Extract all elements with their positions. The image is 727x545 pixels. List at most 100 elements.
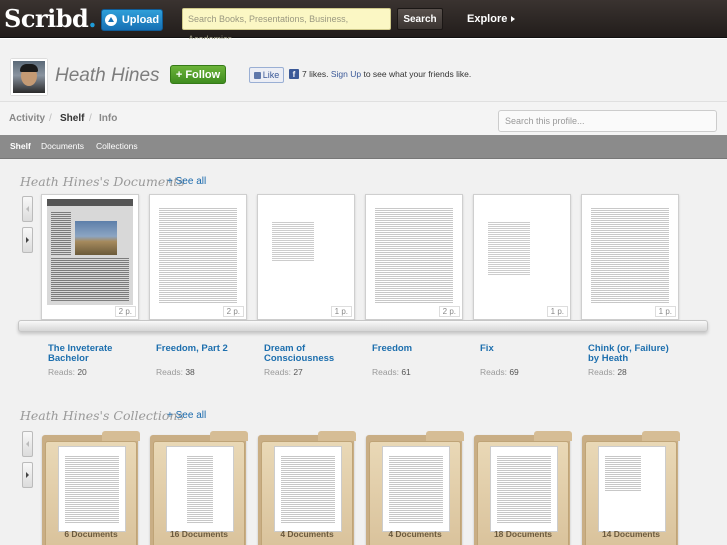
folder-tab xyxy=(318,431,356,441)
reads-count: 38 xyxy=(185,367,195,377)
preview-side-text xyxy=(51,211,71,255)
shelf-subnav: Shelf Documents Collections xyxy=(0,135,727,159)
tab-separator: / xyxy=(89,113,92,124)
document-preview-image xyxy=(47,199,133,305)
document-title-link[interactable]: Freedom, Part 2 xyxy=(156,344,246,354)
document-title-link[interactable]: The Inveterate Bachelor xyxy=(48,344,138,364)
tab-activity[interactable]: Activity xyxy=(9,113,45,124)
folder-paper xyxy=(598,446,666,532)
reads-count: 61 xyxy=(401,367,411,377)
paper-lines xyxy=(497,455,551,523)
documents-scroll-right-button[interactable] xyxy=(22,227,33,253)
profile-search-input[interactable]: Search this profile... xyxy=(498,110,717,132)
chevron-left-icon xyxy=(26,441,29,447)
document-thumbnail[interactable]: 2 p. xyxy=(149,194,247,320)
profile-tabs: Activity / Shelf / Info Search this prof… xyxy=(0,101,727,135)
folder-tab xyxy=(210,431,248,441)
document-reads: Reads: 61 xyxy=(372,367,411,377)
folder-paper xyxy=(274,446,342,532)
folder-paper xyxy=(382,446,450,532)
facebook-like-button[interactable]: Like xyxy=(249,67,284,83)
subnav-documents[interactable]: Documents xyxy=(41,141,84,151)
logo-dot: . xyxy=(88,4,97,33)
document-reads: Reads: 27 xyxy=(264,367,303,377)
explore-label: Explore xyxy=(467,13,508,25)
top-navigation-bar: Scribd. Upload Search Books, Presentatio… xyxy=(0,0,727,44)
reads-label: Reads: xyxy=(156,367,183,377)
preview-photo xyxy=(75,221,117,255)
collection-folder[interactable]: 6 Documents xyxy=(42,431,140,545)
collection-folder[interactable]: 4 Documents xyxy=(366,431,464,545)
document-thumbnail[interactable]: 1 p. xyxy=(581,194,679,320)
like-label: Like xyxy=(262,70,280,80)
thumbs-up-icon xyxy=(253,71,261,79)
subnav-collections[interactable]: Collections xyxy=(96,141,138,151)
fb-tail-text: to see what your friends like. xyxy=(363,69,472,79)
collection-document-count: 4 Documents xyxy=(280,529,334,539)
collection-document-count: 14 Documents xyxy=(601,529,661,539)
upload-button[interactable]: Upload xyxy=(101,9,163,31)
main-content: Heath Hines's Documents + See all 2 p. 2… xyxy=(0,159,727,545)
reads-count: 28 xyxy=(617,367,627,377)
documents-scroll-left-button[interactable] xyxy=(22,196,33,222)
document-preview-text xyxy=(591,207,669,303)
fb-likes-count: 7 likes. xyxy=(302,69,329,79)
follow-button[interactable]: + Follow xyxy=(170,65,226,84)
paper-lines xyxy=(389,455,443,523)
shelf-ledge xyxy=(18,320,708,332)
folder-paper xyxy=(58,446,126,532)
search-button[interactable]: Search xyxy=(397,8,443,30)
folder-tab xyxy=(642,431,680,441)
document-thumbnail[interactable]: 1 p. xyxy=(473,194,571,320)
reads-label: Reads: xyxy=(48,367,75,377)
documents-section-title: Heath Hines's Documents xyxy=(20,174,185,189)
tab-shelf[interactable]: Shelf xyxy=(60,113,84,124)
documents-see-all-link[interactable]: + See all xyxy=(167,176,206,187)
document-thumbnail[interactable]: 2 p. xyxy=(365,194,463,320)
document-reads: Reads: 28 xyxy=(588,367,627,377)
document-reads: Reads: 38 xyxy=(156,367,195,377)
profile-header: Heath Hines + Follow Like f 7 likes. Sig… xyxy=(0,39,727,101)
page-count-badge: 1 p. xyxy=(330,306,352,317)
paper-lines xyxy=(605,455,641,491)
tab-info[interactable]: Info xyxy=(99,113,117,124)
subnav-shelf[interactable]: Shelf xyxy=(10,141,31,151)
collections-section-title: Heath Hines's Collections xyxy=(20,408,184,423)
folder-paper xyxy=(166,446,234,532)
collections-scroll-right-button[interactable] xyxy=(22,462,33,488)
reads-count: 27 xyxy=(293,367,303,377)
page-count-badge: 2 p. xyxy=(114,306,136,317)
logo-text: Scribd xyxy=(4,4,89,33)
paper-lines xyxy=(187,455,213,523)
collection-folder[interactable]: 4 Documents xyxy=(258,431,356,545)
reads-label: Reads: xyxy=(480,367,507,377)
collection-folder[interactable]: 18 Documents xyxy=(474,431,572,545)
upload-label: Upload xyxy=(121,14,160,26)
fb-signup-link[interactable]: Sign Up xyxy=(331,69,361,79)
reads-label: Reads: xyxy=(372,367,399,377)
document-title-link[interactable]: Dream of Consciousness xyxy=(264,344,354,364)
folder-tab xyxy=(102,431,140,441)
document-preview-text xyxy=(488,221,530,275)
document-thumbnail[interactable]: 2 p. xyxy=(41,194,139,320)
collection-folder[interactable]: 14 Documents xyxy=(582,431,680,545)
paper-lines xyxy=(65,455,119,523)
collections-scroll-left-button[interactable] xyxy=(22,431,33,457)
collection-folder[interactable]: 16 Documents xyxy=(150,431,248,545)
facebook-icon: f xyxy=(289,69,299,79)
explore-menu[interactable]: Explore xyxy=(467,13,516,25)
document-preview-text xyxy=(375,207,453,303)
collections-see-all-link[interactable]: + See all xyxy=(167,410,206,421)
facebook-like-text: 7 likes. Sign Up to see what your friend… xyxy=(302,69,471,79)
document-title-link[interactable]: Chink (or, Failure) by Heath xyxy=(588,344,678,364)
avatar[interactable] xyxy=(11,59,47,95)
scribd-logo[interactable]: Scribd. xyxy=(4,4,97,33)
document-title-link[interactable]: Freedom xyxy=(372,344,462,354)
document-preview-text xyxy=(159,207,237,303)
reads-count: 69 xyxy=(509,367,519,377)
reads-label: Reads: xyxy=(264,367,291,377)
site-search-input[interactable]: Search Books, Presentations, Business, A… xyxy=(182,8,391,44)
document-thumbnail[interactable]: 1 p. xyxy=(257,194,355,320)
profile-name[interactable]: Heath Hines xyxy=(55,65,160,87)
document-title-link[interactable]: Fix xyxy=(480,344,570,354)
